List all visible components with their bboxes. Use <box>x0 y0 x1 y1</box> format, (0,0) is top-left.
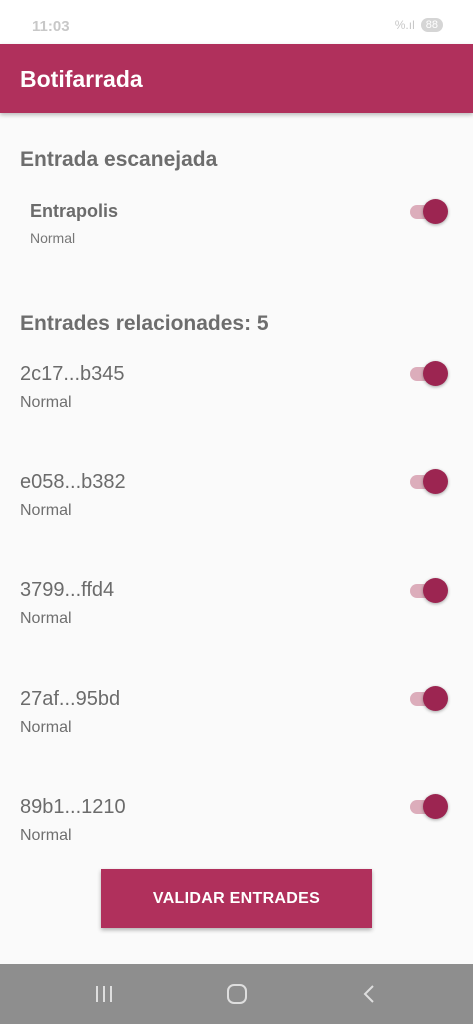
entry-code: 2c17...b345 <box>20 363 125 385</box>
toggle-thumb <box>423 361 448 386</box>
entry-toggle[interactable] <box>408 468 450 496</box>
status-icons: %.ıl 88 <box>395 18 443 32</box>
entry-code: 89b1...1210 <box>20 796 126 818</box>
toggle-thumb <box>423 469 448 494</box>
related-entries-heading: Entrades relacionades: 5 <box>20 312 269 335</box>
home-icon[interactable] <box>221 978 253 1010</box>
entry-code: 3799...ffd4 <box>20 579 115 601</box>
toggle-thumb <box>423 578 448 603</box>
system-nav-bar <box>0 964 473 1024</box>
signal-icon: %.ıl <box>394 18 415 32</box>
scanned-entry-type: Normal <box>30 230 76 246</box>
entry-code: 27af...95bd <box>20 688 121 710</box>
back-icon[interactable] <box>354 978 386 1010</box>
scanned-entry-heading: Entrada escanejada <box>20 148 218 171</box>
status-time: 11:03 <box>32 18 70 35</box>
entry-type: Normal <box>20 719 72 736</box>
entry-toggle[interactable] <box>408 577 450 605</box>
app-bar: Botifarrada <box>0 44 473 113</box>
toggle-thumb <box>423 199 448 224</box>
entry-type: Normal <box>20 502 72 519</box>
entry-toggle[interactable] <box>408 685 450 713</box>
entry-toggle[interactable] <box>408 360 450 388</box>
toggle-thumb <box>423 686 448 711</box>
entry-code: e058...b382 <box>20 471 126 493</box>
validate-entries-button[interactable]: VALIDAR ENTRADES <box>101 869 372 928</box>
battery-icon: 88 <box>420 18 443 32</box>
app-title: Botifarrada <box>20 66 143 92</box>
entry-toggle[interactable] <box>408 793 450 821</box>
toggle-thumb <box>423 794 448 819</box>
entry-type: Normal <box>20 394 72 411</box>
recent-apps-icon[interactable] <box>88 978 120 1010</box>
status-bar: 11:03 %.ıl 88 <box>0 0 473 44</box>
entry-type: Normal <box>20 610 72 627</box>
scanned-entry-name: Entrapolis <box>30 201 119 221</box>
scanned-entry-toggle[interactable] <box>408 198 450 226</box>
entry-type: Normal <box>20 827 72 844</box>
